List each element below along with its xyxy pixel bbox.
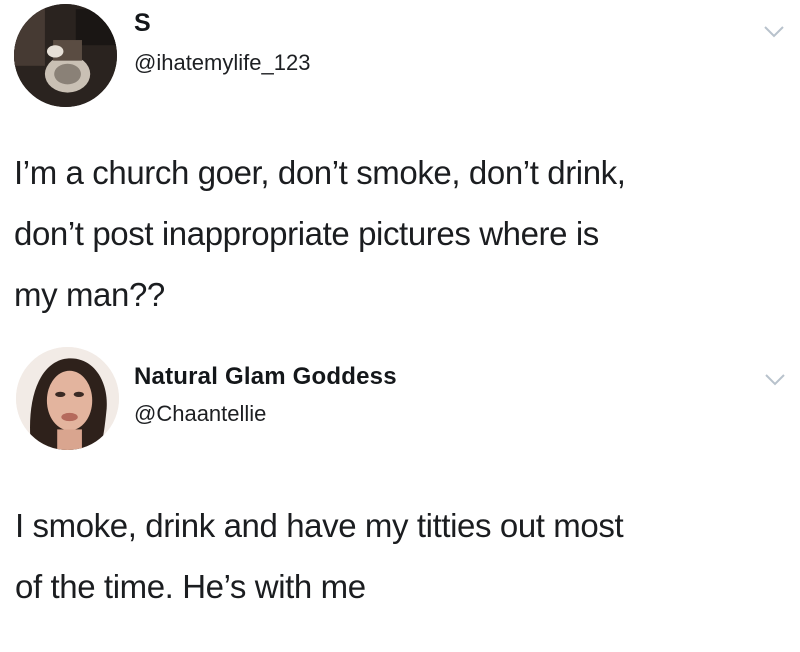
chevron-down-icon[interactable] (765, 374, 785, 386)
tweet-text: I’m a church goer, don’t smoke, don’t dr… (14, 154, 626, 313)
tweet-original[interactable]: S @ihatemylife_123 I’m a church goer, do… (0, 0, 800, 330)
user-handle[interactable]: @ihatemylife_123 (134, 50, 310, 76)
avatar[interactable] (14, 4, 117, 107)
display-name[interactable]: Natural Glam Goddess (134, 363, 397, 391)
chevron-down-icon[interactable] (764, 26, 784, 38)
avatar[interactable] (16, 347, 119, 450)
user-handle[interactable]: @Chaantellie (134, 401, 266, 427)
tweet-reply[interactable]: Natural Glam Goddess @Chaantellie I smok… (0, 335, 800, 652)
avatar-photo (16, 347, 119, 450)
avatar-photo (14, 4, 117, 107)
display-name[interactable]: S (134, 9, 151, 38)
tweet-text: I smoke, drink and have my titties out m… (15, 507, 624, 605)
